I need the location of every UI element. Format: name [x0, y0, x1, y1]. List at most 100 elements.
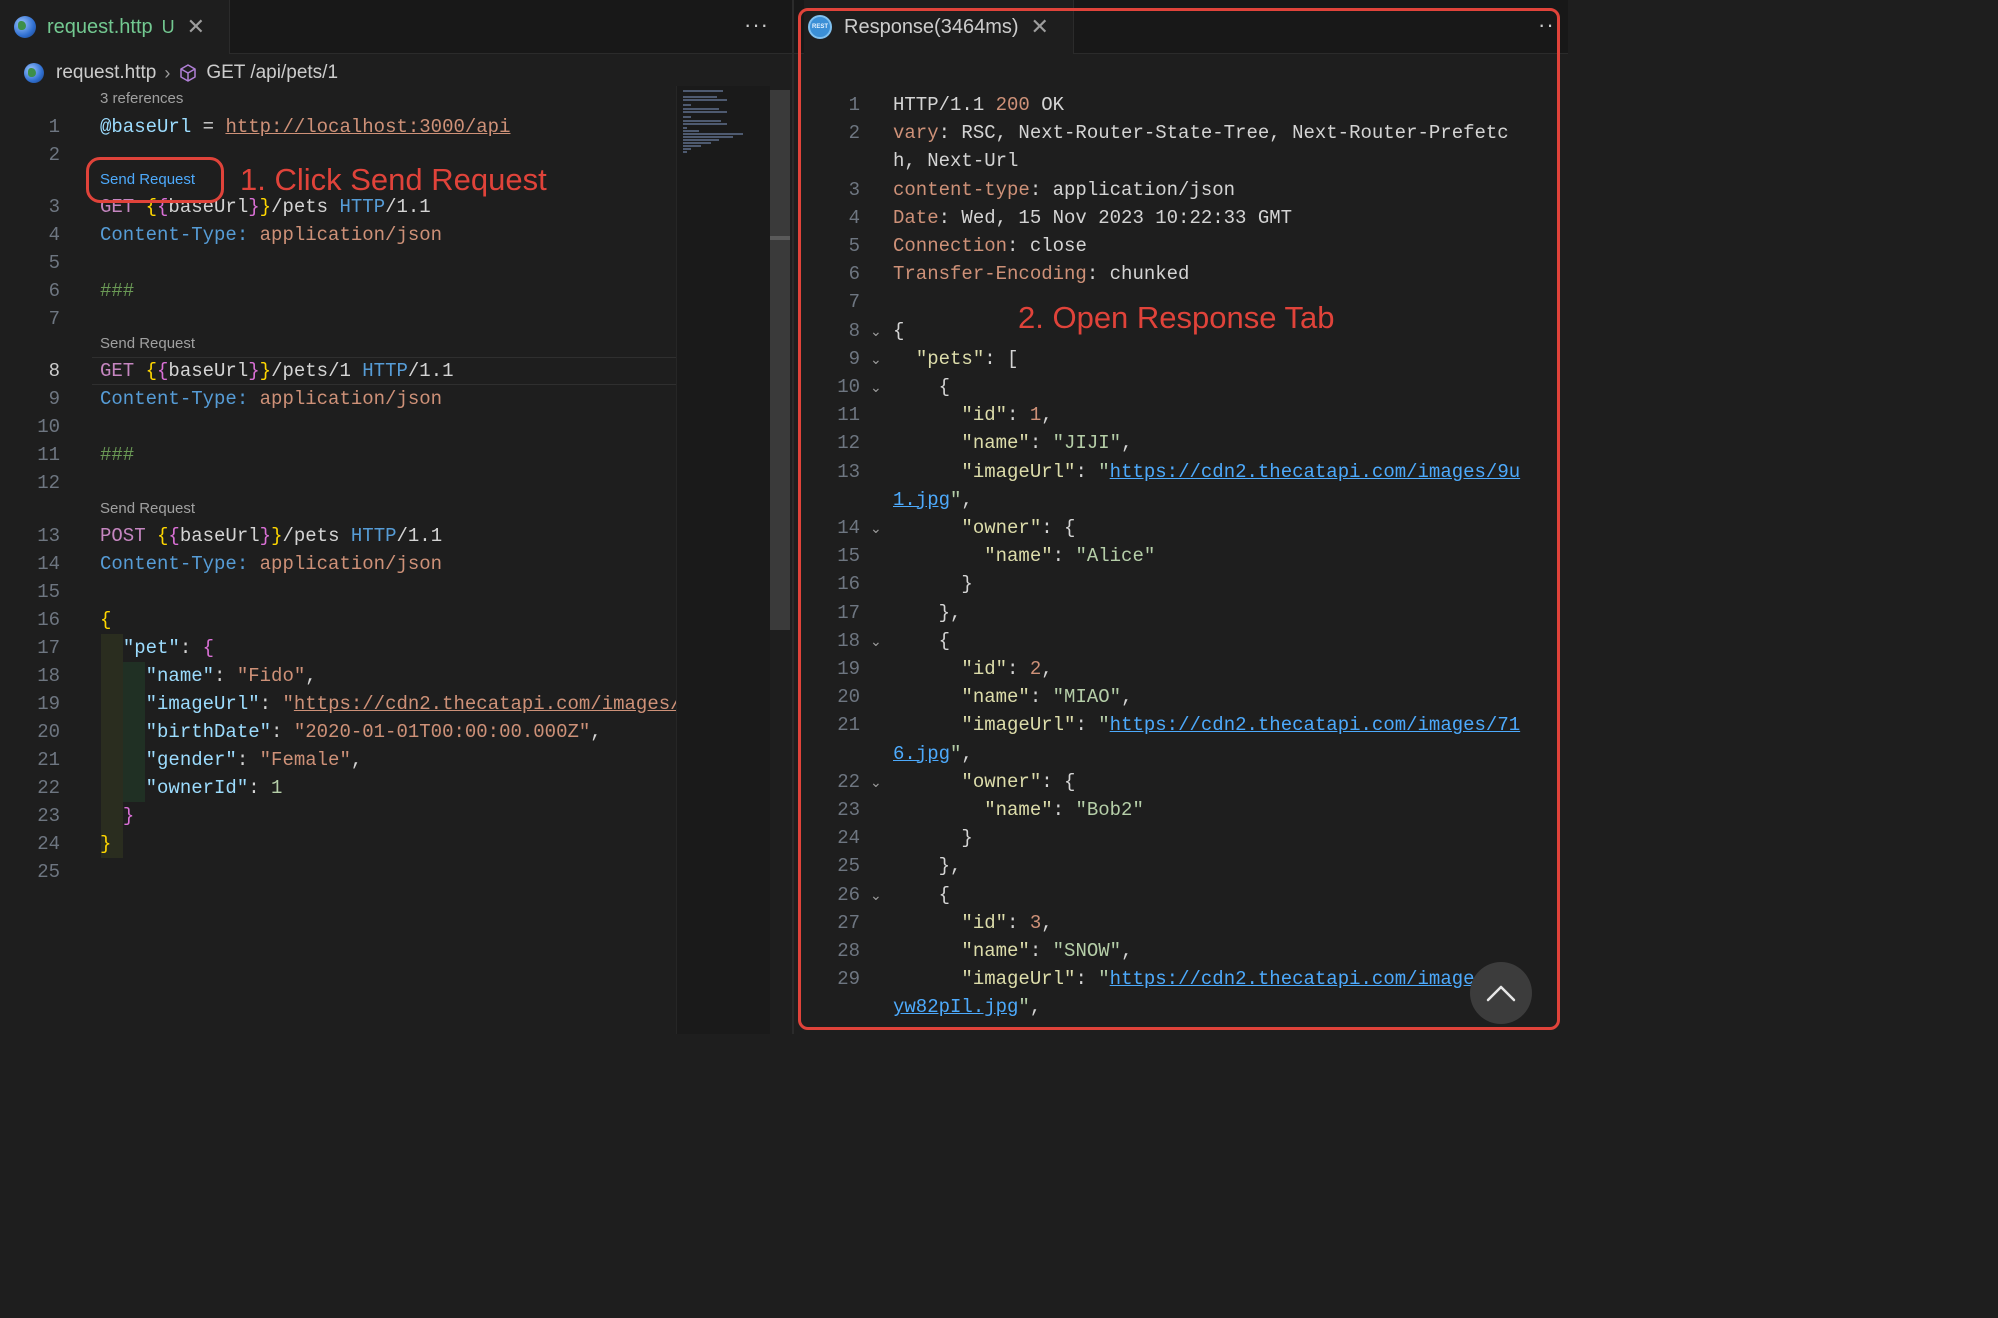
code-token: /pets/1	[271, 360, 363, 382]
code-token: "	[1098, 460, 1110, 483]
response-line: {	[893, 317, 904, 345]
code-token: :	[1075, 460, 1099, 483]
send-request-codelens[interactable]: Send Request	[100, 333, 195, 355]
left-tab-bar: request.http U ✕ ···	[0, 0, 792, 54]
response-line: content-type: application/json	[893, 176, 1235, 204]
code-token: }	[259, 525, 272, 547]
close-icon[interactable]: ✕	[1031, 16, 1049, 38]
code-token: "name"	[984, 799, 1053, 821]
line-number: 11	[837, 404, 860, 427]
line-number: 7	[48, 308, 60, 330]
minimap-line	[683, 136, 733, 138]
code-token: }	[259, 360, 272, 382]
line-number: 9	[848, 347, 860, 370]
scroll-to-top-button[interactable]	[1470, 962, 1532, 1024]
chevron-down-icon[interactable]: ⌄	[870, 881, 884, 909]
line-number: 21	[837, 714, 860, 737]
code-token: :	[1075, 714, 1099, 737]
code-token: "Alice"	[1075, 545, 1156, 568]
code-token: : {	[1041, 770, 1076, 793]
send-request-codelens[interactable]: Send Request	[100, 498, 195, 520]
code-token: baseUrl	[179, 525, 260, 547]
response-line: "id": 3,	[893, 909, 1053, 937]
response-line: yw82pIl.jpg",	[893, 993, 1041, 1021]
code-token: baseUrl	[168, 360, 249, 382]
chevron-down-icon[interactable]: ⌄	[870, 768, 884, 796]
close-icon[interactable]: ✕	[187, 16, 205, 38]
tab-request-http[interactable]: request.http U ✕	[0, 0, 230, 54]
code-line: "ownerId": 1	[100, 774, 283, 802]
code-line: GET {{baseUrl}}/pets/1 HTTP/1.1	[100, 357, 454, 385]
response-line: }	[893, 570, 972, 598]
chevron-down-icon[interactable]: ⌄	[870, 317, 884, 345]
code-token: "imageUrl"	[961, 968, 1076, 991]
response-line: {	[893, 627, 950, 655]
minimap-line	[683, 108, 719, 110]
breadcrumb-symbol[interactable]: GET /api/pets/1	[206, 62, 338, 84]
minimap-line	[683, 130, 699, 132]
line-number: 23	[37, 805, 60, 827]
tab-response[interactable]: REST Response(3464ms) ✕	[804, 0, 1074, 54]
minimap[interactable]	[676, 86, 770, 1034]
code-token: "name"	[961, 432, 1030, 455]
code-line: "birthDate": "2020-01-01T00:00:00.000Z",	[100, 718, 602, 746]
response-line: Transfer-Encoding: chunked	[893, 260, 1189, 288]
code-token: {	[202, 637, 215, 659]
code-token: application/json	[259, 553, 443, 575]
line-number: 6	[848, 263, 860, 286]
code-token: : RSC, Next-Router-State-Tree, Next-Rout…	[938, 122, 1509, 145]
send-request-codelens[interactable]: Send Request	[100, 169, 195, 191]
more-actions-icon[interactable]: ···	[744, 12, 769, 38]
code-token: 1	[271, 777, 283, 799]
minimap-line	[683, 104, 691, 106]
response-line: Date: Wed, 15 Nov 2023 10:22:33 GMT	[893, 204, 1292, 232]
code-token: ,	[1041, 911, 1053, 934]
response-line: "imageUrl": "https://cdn2.thecatapi.com/…	[893, 458, 1520, 486]
references-codelens[interactable]: 3 references	[100, 88, 183, 110]
code-token: "ownerId"	[145, 777, 249, 799]
code-token: "gender"	[145, 749, 237, 771]
request-code-editor[interactable]: 3 references Send Request Send Request Send…	[0, 86, 676, 1034]
code-token: ,	[1121, 940, 1133, 962]
code-line: Content-Type: application/json	[100, 221, 442, 249]
code-token: ,	[961, 488, 973, 511]
response-viewer[interactable]: 1 HTTP/1.1 200 OK 2 vary: RSC, Next-Router-…	[794, 86, 1568, 1034]
code-token: "pets"	[915, 347, 985, 370]
code-token: HTTP	[362, 360, 408, 382]
response-line: 1.jpg",	[893, 486, 973, 514]
chevron-down-icon[interactable]: ⌄	[870, 627, 884, 655]
code-token: 200	[995, 94, 1030, 116]
code-token: {	[157, 525, 169, 547]
chevron-down-icon[interactable]: ⌄	[870, 373, 884, 401]
chevron-down-icon[interactable]: ⌄	[870, 345, 884, 373]
code-token: https://cdn2.thecatapi.com/images/71	[1109, 714, 1521, 737]
scrollbar-thumb[interactable]	[770, 90, 790, 630]
code-token: HTTP	[339, 196, 386, 218]
line-number: 24	[37, 833, 60, 855]
line-number: 2	[48, 144, 60, 166]
code-token: yw82pIl.jpg	[893, 996, 1019, 1019]
code-token: ,	[1041, 658, 1053, 680]
line-number: 13	[837, 460, 860, 483]
code-token: h, Next-Url	[893, 150, 1019, 173]
line-number: 5	[48, 252, 60, 274]
line-number: 10	[37, 416, 60, 438]
breadcrumb-file[interactable]: request.http	[56, 62, 156, 84]
line-number: 17	[37, 637, 60, 659]
chevron-down-icon[interactable]: ⌄	[870, 514, 884, 542]
minimap-line	[683, 111, 727, 113]
minimap-line	[683, 139, 719, 141]
line-number: 6	[48, 280, 60, 302]
code-token: "MIAO"	[1052, 686, 1122, 709]
code-token: Content-Type:	[100, 224, 260, 246]
line-number: 1	[848, 94, 860, 116]
response-line: "name": "Alice"	[893, 542, 1155, 570]
code-token: Transfer-Encoding	[893, 263, 1087, 286]
more-actions-icon[interactable]: ··	[1538, 12, 1555, 38]
code-token: }	[248, 360, 260, 382]
code-token: "name"	[984, 545, 1053, 568]
code-token: ,	[305, 665, 317, 687]
code-token: @baseUrl	[100, 116, 192, 138]
line-number: 28	[837, 940, 860, 962]
